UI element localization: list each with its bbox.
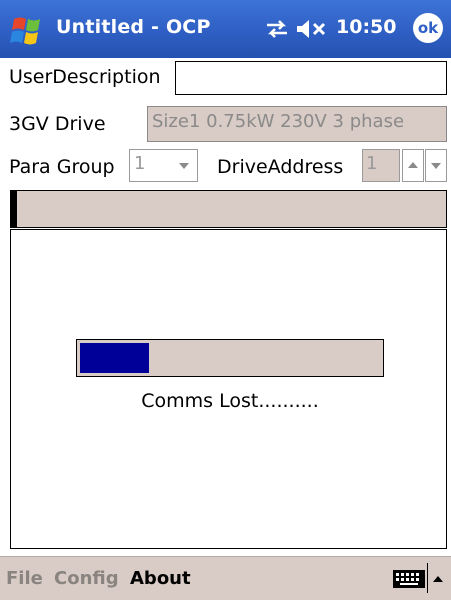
menu-bar: File Config About xyxy=(0,556,451,600)
drive-address-label: DriveAddress xyxy=(217,156,344,178)
drive-label: 3GV Drive xyxy=(9,113,106,135)
window-title: Untitled - OCP xyxy=(56,16,211,38)
ok-button[interactable]: ok xyxy=(413,13,443,43)
menu-about[interactable]: About xyxy=(130,568,191,589)
progress-bar xyxy=(76,339,384,377)
spin-up-button[interactable] xyxy=(402,149,424,182)
status-text: Comms Lost.......... xyxy=(141,390,319,412)
drive-address-spinner[interactable]: 1 xyxy=(362,149,447,182)
drive-field: Size1 0.75kW 230V 3 phase xyxy=(147,106,447,142)
para-group-value: 1 xyxy=(134,153,146,174)
main-panel xyxy=(10,229,447,549)
strip-edge xyxy=(11,191,17,227)
spin-down-button[interactable] xyxy=(425,149,447,182)
user-description-label: UserDescription xyxy=(9,66,161,88)
progress-fill xyxy=(80,343,149,373)
arrow-up-icon xyxy=(408,162,418,168)
chevron-down-icon[interactable] xyxy=(173,152,195,178)
para-group-label: Para Group xyxy=(9,156,115,178)
drive-address-value[interactable]: 1 xyxy=(362,149,400,182)
app-window: Untitled - OCP 10:50 ok UserDescription … xyxy=(0,0,451,600)
connectivity-icon[interactable] xyxy=(263,18,291,40)
title-bar: Untitled - OCP 10:50 ok xyxy=(0,0,451,58)
volume-muted-icon[interactable] xyxy=(295,18,331,40)
keyboard-icon[interactable] xyxy=(392,568,426,590)
sip-divider xyxy=(427,563,428,593)
windows-start-icon[interactable] xyxy=(8,13,48,49)
menu-config[interactable]: Config xyxy=(54,568,119,589)
user-description-input[interactable] xyxy=(175,61,447,95)
clock[interactable]: 10:50 xyxy=(336,16,396,38)
sip-arrow-up-icon[interactable] xyxy=(431,573,445,585)
menu-file[interactable]: File xyxy=(6,568,43,589)
para-group-dropdown[interactable]: 1 xyxy=(129,149,198,182)
header-strip xyxy=(10,190,447,228)
arrow-down-icon xyxy=(431,163,441,169)
